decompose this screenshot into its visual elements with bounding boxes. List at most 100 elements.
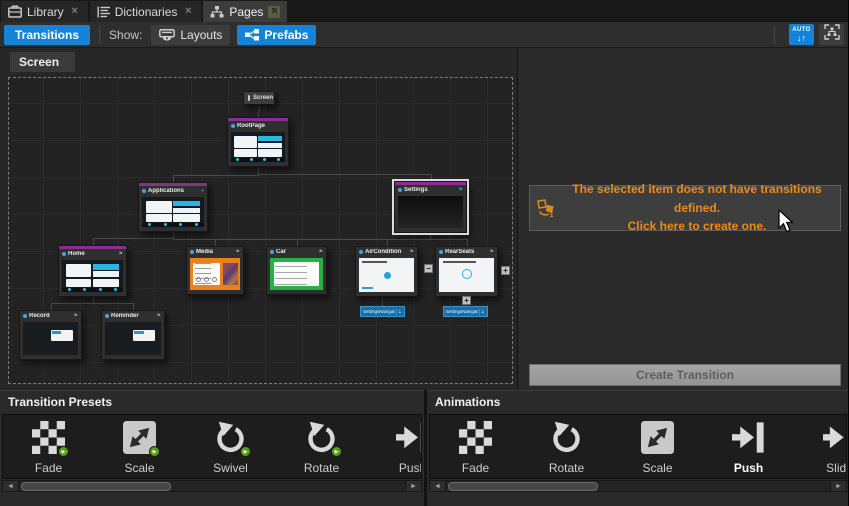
- fit-to-view-button[interactable]: [819, 24, 844, 45]
- item-label: Scale: [124, 461, 154, 475]
- toolbar: Transitions Show: Layouts Prefabs AUTO ↓…: [0, 22, 849, 48]
- pin-icon[interactable]: ⚑: [157, 313, 161, 319]
- graph-node-record[interactable]: Record⚑: [19, 310, 82, 360]
- graph-node-reminder[interactable]: Reminder⚑: [101, 310, 165, 360]
- page-thumbnail: [142, 197, 204, 227]
- node-header: Settings⚑: [395, 185, 466, 195]
- pin-icon[interactable]: ⚑: [319, 249, 323, 255]
- horizontal-scrollbar[interactable]: ◄ ►: [429, 480, 847, 492]
- graph-node-screen[interactable]: Screen: [243, 91, 275, 105]
- graph-edge: [173, 239, 468, 240]
- animations-list: FadeRotateScale Push Slide: [429, 414, 847, 479]
- close-icon[interactable]: ×: [268, 6, 280, 18]
- pages-graph-panel: Screen Screen RootPage Applications+ Settin…: [0, 48, 517, 390]
- scroll-left-icon[interactable]: ◄: [429, 480, 446, 492]
- page-icon: [398, 188, 402, 192]
- tab-library[interactable]: Library×: [1, 1, 88, 22]
- page-thumbnail: [270, 258, 323, 290]
- expand-button[interactable]: +: [501, 266, 510, 275]
- transition-preset-scale[interactable]: ▶ Scale: [94, 415, 185, 478]
- graph-node-media[interactable]: Media⚑: [186, 246, 244, 295]
- graph-node-settings[interactable]: Settings⚑: [394, 181, 467, 233]
- node-header: RearSeats⚑: [436, 247, 497, 257]
- push-icon: [732, 421, 765, 454]
- tab-dictionaries[interactable]: Dictionaries×: [90, 1, 202, 22]
- animation-slide[interactable]: Slide: [794, 415, 847, 478]
- graph-node-rootpage[interactable]: RootPage: [227, 117, 289, 167]
- scrollbar-thumb[interactable]: [21, 482, 171, 491]
- pin-icon[interactable]: ⚑: [410, 249, 414, 255]
- monitor-icon: [248, 95, 250, 101]
- create-transition-button[interactable]: Create Transition: [529, 364, 841, 386]
- auto-arrange-button[interactable]: AUTO ↓↑: [789, 24, 814, 45]
- scrollbar-track[interactable]: [19, 480, 405, 492]
- graph-edge: [173, 175, 259, 176]
- mouse-cursor: [778, 209, 796, 239]
- pin-icon[interactable]: ⚑: [459, 187, 463, 193]
- play-badge-icon: ▶: [240, 446, 251, 457]
- close-icon[interactable]: ×: [69, 6, 81, 18]
- transition-preset-swivel[interactable]: ▶ Swivel: [185, 415, 276, 478]
- svg-text:1: 1: [550, 210, 554, 218]
- graph-node-car[interactable]: Car⚑: [266, 246, 327, 295]
- horizontal-scrollbar[interactable]: ◄ ►: [2, 480, 422, 492]
- node-header: Media⚑: [187, 247, 243, 257]
- show-label: Show:: [109, 28, 142, 42]
- close-icon[interactable]: ×: [182, 6, 194, 18]
- scrollbar-thumb[interactable]: [448, 482, 598, 491]
- collapse-button[interactable]: −: [424, 264, 433, 273]
- page-icon: [142, 189, 146, 193]
- graph-node-home[interactable]: Home⚑: [58, 245, 127, 297]
- tab-pages[interactable]: Pages×: [203, 1, 287, 22]
- layouts-label: Layouts: [180, 28, 222, 42]
- screen-tab[interactable]: Screen: [10, 52, 75, 72]
- node-body: [142, 197, 204, 227]
- item-label: Fade: [35, 461, 62, 475]
- layouts-toggle[interactable]: Layouts: [151, 25, 230, 45]
- panel-title: Transition Presets: [0, 391, 424, 414]
- page-thumbnail: [398, 196, 463, 228]
- animation-push[interactable]: Push: [703, 415, 794, 478]
- graph-edge: [430, 233, 431, 240]
- animation-fade[interactable]: Fade: [430, 415, 521, 478]
- animation-scale[interactable]: Scale: [612, 415, 703, 478]
- scroll-right-icon[interactable]: ►: [405, 480, 422, 492]
- graph-node-rearseats[interactable]: RearSeats⚑: [435, 246, 498, 297]
- scrollbar-track[interactable]: [446, 480, 830, 492]
- pin-icon[interactable]: +: [201, 188, 204, 194]
- page-icon: [270, 250, 274, 254]
- graph-node-aircondition[interactable]: AirCondition⚑: [355, 246, 418, 297]
- transition-badge[interactable]: SettingsNavigation⇣: [443, 306, 488, 317]
- graph-edge: [382, 297, 383, 306]
- pin-icon[interactable]: ⚑: [119, 251, 123, 257]
- item-label: Swivel: [213, 461, 248, 475]
- application-window: Library×Dictionaries×Pages× Transitions …: [0, 0, 849, 506]
- animation-rotate[interactable]: Rotate: [521, 415, 612, 478]
- transition-warning-icon: 1: [534, 198, 558, 218]
- dictionaries-icon: [97, 6, 110, 18]
- page-thumbnail: [105, 322, 161, 355]
- item-label: Push: [734, 461, 763, 475]
- page-thumbnail: [23, 322, 78, 355]
- scale-icon: [641, 421, 674, 454]
- prefabs-toggle[interactable]: Prefabs: [237, 25, 316, 45]
- prefabs-icon: [245, 29, 259, 41]
- page-icon: [231, 124, 235, 128]
- node-header: Applications+: [139, 186, 207, 196]
- pin-icon[interactable]: ⚑: [236, 249, 240, 255]
- transition-preset-push[interactable]: ▶Push: [367, 415, 422, 478]
- pin-icon[interactable]: ⚑: [490, 249, 494, 255]
- node-label: RootPage: [237, 123, 285, 129]
- pin-icon[interactable]: ⚑: [74, 313, 78, 319]
- transition-preset-rotate[interactable]: ▶Rotate: [276, 415, 367, 478]
- scroll-left-icon[interactable]: ◄: [2, 480, 19, 492]
- transition-badge[interactable]: SettingsNavigation⇣: [360, 306, 405, 317]
- transitions-button[interactable]: Transitions: [4, 25, 90, 45]
- node-body: [270, 258, 323, 290]
- graph-node-applications[interactable]: Applications+: [138, 182, 208, 232]
- transition-preset-fade[interactable]: ▶Fade: [3, 415, 94, 478]
- scroll-right-icon[interactable]: ►: [830, 480, 847, 492]
- expand-button[interactable]: +: [462, 296, 471, 305]
- play-badge-icon: ▶: [149, 446, 160, 457]
- node-body: [439, 258, 494, 292]
